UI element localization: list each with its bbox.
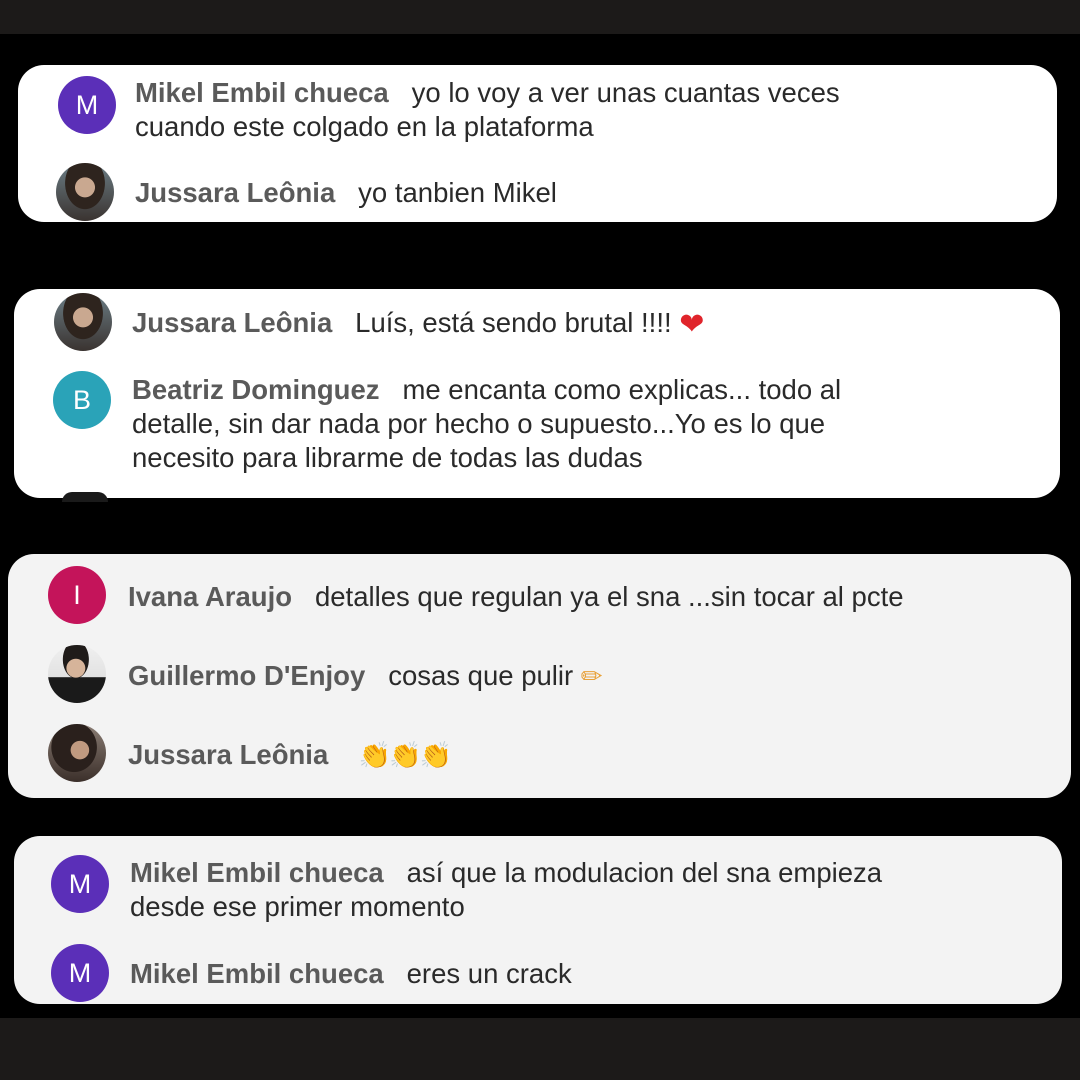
commenter-name[interactable]: Ivana Araujo <box>128 581 292 612</box>
commenter-name[interactable]: Jussara Leônia <box>128 739 328 770</box>
comment-text-continued: cuando este colgado en la plataforma <box>135 110 1035 144</box>
comment-text: Ivana Araujo detalles que regulan ya el … <box>128 580 1058 614</box>
partial-avatar <box>62 492 108 502</box>
comment-body: detalles que regulan ya el sna ...sin to… <box>314 581 904 612</box>
comment-body: yo tanbien Mikel <box>358 177 557 208</box>
avatar[interactable] <box>48 724 106 782</box>
comment-body: me encanta como explicas... todo al <box>402 374 842 405</box>
pencil-icon: ✏ <box>580 662 603 692</box>
avatar[interactable] <box>56 163 114 221</box>
avatar[interactable]: M <box>58 76 116 134</box>
comment-body: eres un crack <box>406 958 572 989</box>
avatar[interactable] <box>54 293 112 351</box>
avatar-initial: B <box>72 384 91 415</box>
comment-text: Mikel Embil chueca yo lo voy a ver unas … <box>135 76 1035 110</box>
avatar[interactable]: I <box>48 566 106 624</box>
comment-card-2: Jussara Leônia Luís, está sendo brutal !… <box>14 289 1060 498</box>
comment-text: Jussara Leônia Luís, está sendo brutal !… <box>132 306 1032 342</box>
comment-card-4: M Mikel Embil chueca así que la modulaci… <box>14 836 1062 1004</box>
avatar[interactable] <box>48 645 106 703</box>
heart-icon: ❤ <box>679 307 705 342</box>
comment-card-3: I Ivana Araujo detalles que regulan ya e… <box>8 554 1071 798</box>
comment-body: yo lo voy a ver unas cuantas veces <box>411 77 840 108</box>
avatar-initial: M <box>68 957 92 988</box>
comment-text-continued: necesito para librarme de todas las duda… <box>132 441 1042 475</box>
comment-body: así que la modulacion del sna empieza <box>406 857 883 888</box>
comment-body-line2: desde ese primer momento <box>130 891 465 922</box>
commenter-name[interactable]: Jussara Leônia <box>132 307 332 338</box>
avatar[interactable]: M <box>51 944 109 1002</box>
bottom-bar <box>0 1018 1080 1080</box>
comment-text-continued: detalle, sin dar nada por hecho o supues… <box>132 407 1042 441</box>
avatar[interactable]: M <box>51 855 109 913</box>
comment-text: Jussara Leônia yo tanbien Mikel <box>135 176 1035 210</box>
comment-text: Jussara Leônia 👏👏👏 <box>128 738 1058 773</box>
commenter-name[interactable]: Mikel Embil chueca <box>135 77 389 108</box>
clapping-hands-icon: 👏👏👏 <box>358 741 452 771</box>
comment-body-line3: necesito para librarme de todas las duda… <box>132 442 643 473</box>
commenter-name[interactable]: Guillermo D'Enjoy <box>128 660 365 691</box>
commenter-name[interactable]: Jussara Leônia <box>135 177 335 208</box>
comment-text-continued: desde ese primer momento <box>130 890 1040 924</box>
top-bar <box>0 0 1080 34</box>
commenter-name[interactable]: Mikel Embil chueca <box>130 958 384 989</box>
avatar-initial: M <box>75 89 99 120</box>
comment-text: Mikel Embil chueca así que la modulacion… <box>130 856 1040 890</box>
comment-body: Luís, está sendo brutal !!!! <box>355 307 672 338</box>
comment-text: Beatriz Dominguez me encanta como explic… <box>132 373 1042 407</box>
avatar[interactable]: B <box>53 371 111 429</box>
avatar-initial: M <box>68 868 92 899</box>
comment-card-1: M Mikel Embil chueca yo lo voy a ver una… <box>18 65 1057 222</box>
comment-text: Guillermo D'Enjoy cosas que pulir ✏ <box>128 659 1058 694</box>
avatar-initial: I <box>73 579 81 610</box>
commenter-name[interactable]: Beatriz Dominguez <box>132 374 380 405</box>
comment-body: cosas que pulir <box>388 660 574 691</box>
comment-body-line2: detalle, sin dar nada por hecho o supues… <box>132 408 826 439</box>
commenter-name[interactable]: Mikel Embil chueca <box>130 857 384 888</box>
comment-body-line2: cuando este colgado en la plataforma <box>135 111 594 142</box>
comment-text: Mikel Embil chueca eres un crack <box>130 957 1040 991</box>
